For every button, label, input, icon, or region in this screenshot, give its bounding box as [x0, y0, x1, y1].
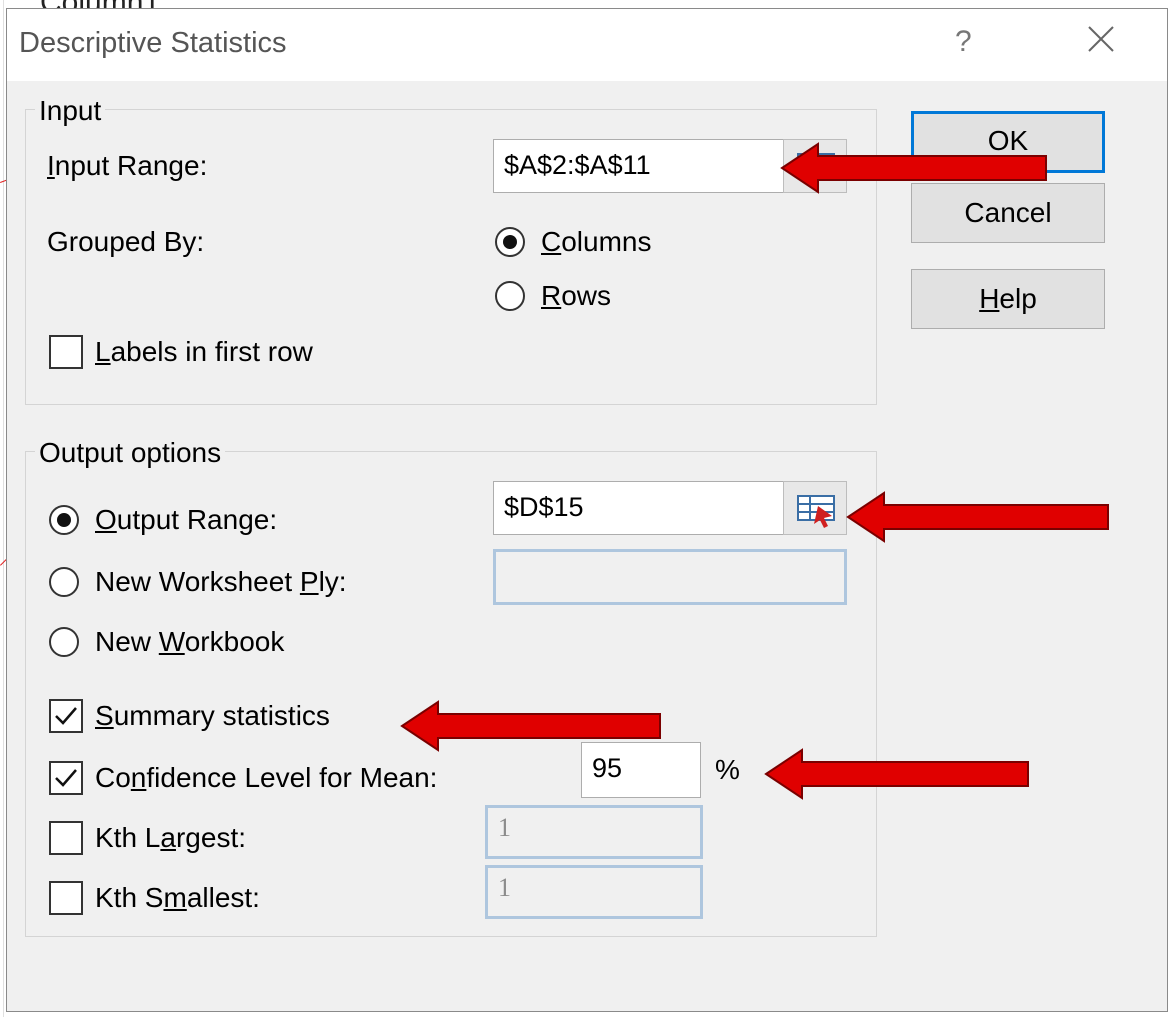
labels-first-row-label[interactable]: Labels in first row [95, 335, 313, 369]
annotation-arrow-left-icon [846, 491, 1109, 543]
new-workbook-label[interactable]: New Workbook [95, 625, 284, 659]
new-workbook-radio[interactable] [49, 627, 79, 657]
radio-selected-dot [503, 235, 517, 249]
kth-smallest-field[interactable]: 1 [485, 865, 703, 919]
columns-radio[interactable] [495, 227, 525, 257]
annotation-arrow-left-icon [400, 700, 661, 752]
output-range-radio[interactable] [49, 505, 79, 535]
annotation-arrow-left-icon [780, 142, 1047, 194]
output-options-legend: Output options [35, 437, 226, 469]
kth-smallest-checkbox[interactable] [49, 881, 83, 915]
kth-smallest-label[interactable]: Kth Smallest: [95, 881, 260, 915]
title-bar: Descriptive Statistics ? [7, 9, 1167, 81]
input-range-label: Input Range: [47, 150, 208, 181]
kth-largest-checkbox[interactable] [49, 821, 83, 855]
input-range-field[interactable]: $A$2:$A$11 [493, 139, 785, 193]
grouped-by-label: Grouped By: [47, 226, 205, 257]
checkmark-icon [55, 707, 77, 725]
checkmark-icon [55, 769, 77, 787]
range-selector-icon [797, 495, 835, 528]
rows-label[interactable]: Rows [541, 279, 611, 313]
output-range-select-button[interactable] [783, 481, 847, 535]
columns-label[interactable]: Columns [541, 225, 652, 259]
annotation-arrow-left-icon [764, 748, 1029, 800]
help-icon[interactable]: ? [955, 25, 972, 59]
dialog-title: Descriptive Statistics [19, 27, 287, 59]
new-worksheet-radio[interactable] [49, 567, 79, 597]
rows-radio[interactable] [495, 281, 525, 311]
confidence-level-checkbox[interactable] [49, 761, 83, 795]
new-worksheet-label[interactable]: New Worksheet Ply: [95, 565, 347, 599]
gridline [3, 0, 4, 1017]
summary-statistics-label[interactable]: Summary statistics [95, 699, 330, 733]
close-icon[interactable] [1079, 17, 1123, 61]
output-range-field[interactable]: $D$15 [493, 481, 785, 535]
radio-selected-dot [57, 513, 71, 527]
percent-unit-label: % [715, 754, 740, 785]
summary-statistics-checkbox[interactable] [49, 699, 83, 733]
kth-largest-label[interactable]: Kth Largest: [95, 821, 246, 855]
confidence-level-label[interactable]: Confidence Level for Mean: [95, 761, 437, 795]
input-group-legend: Input [35, 95, 106, 127]
labels-first-row-checkbox[interactable] [49, 335, 83, 369]
help-button[interactable]: Help [911, 269, 1105, 329]
kth-largest-field[interactable]: 1 [485, 805, 703, 859]
new-worksheet-field[interactable] [493, 549, 847, 605]
output-range-label[interactable]: Output Range: [95, 503, 277, 537]
